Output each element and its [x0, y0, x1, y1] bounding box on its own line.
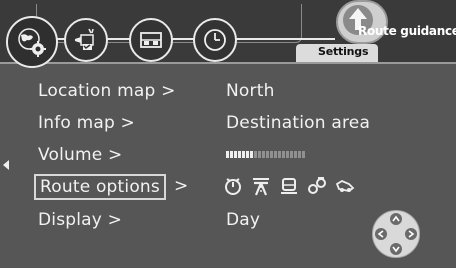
- clock-button[interactable]: [193, 18, 237, 62]
- volume-segment: [258, 151, 261, 158]
- connector-line: [106, 38, 131, 40]
- volume-segment: [262, 151, 265, 158]
- navigation-settings-icon: [75, 28, 94, 50]
- volume-segment: [226, 151, 229, 158]
- dpad-down-button[interactable]: [390, 243, 402, 255]
- route-guidance-label: Route guidance: [358, 24, 456, 38]
- volume-segment: [278, 151, 281, 158]
- dpad-left-button[interactable]: [375, 228, 387, 240]
- info-map-value: Destination area: [226, 113, 371, 133]
- chevron-down-icon: [392, 246, 400, 253]
- settings-tab-label: Settings: [318, 45, 369, 58]
- volume-segment: [250, 151, 253, 158]
- route-options-icons: [222, 176, 356, 196]
- volume-segment: [266, 151, 269, 158]
- dpad-right-button[interactable]: [405, 228, 417, 240]
- chevron-up-icon: [392, 215, 400, 222]
- navigation-settings-button[interactable]: [64, 18, 108, 62]
- clock-icon: [204, 29, 226, 51]
- volume-segment: [234, 151, 237, 158]
- volume-segment: [254, 151, 257, 158]
- train-icon: [281, 178, 297, 194]
- settings-screen: Route guidance Settings Location map > N…: [0, 0, 456, 268]
- volume-segment: [302, 151, 305, 158]
- location-map-value: North: [226, 81, 275, 101]
- volume-segment: [294, 151, 297, 158]
- chevron-left-icon: [377, 230, 384, 238]
- directional-pad[interactable]: [372, 210, 420, 258]
- route-options-label: Route options: [34, 174, 166, 200]
- info-map-label: Info map >: [38, 113, 135, 133]
- volume-label: Volume >: [38, 145, 123, 165]
- location-map-label: Location map >: [38, 81, 176, 101]
- volume-segment: [282, 151, 285, 158]
- map-icon: [140, 32, 162, 48]
- volume-segment: [242, 151, 245, 158]
- scroll-left-icon[interactable]: [3, 160, 9, 170]
- globe-gear-icon: [18, 28, 46, 57]
- volume-bar[interactable]: [226, 151, 305, 158]
- connector-line: [235, 38, 335, 40]
- header-divider: [0, 62, 456, 64]
- map-button[interactable]: [129, 18, 173, 62]
- menu-row-volume[interactable]: Volume >: [30, 143, 430, 169]
- menu-row-info-map[interactable]: Info map > Destination area: [30, 111, 430, 137]
- globe-settings-button[interactable]: [6, 16, 58, 68]
- display-label: Display >: [38, 210, 123, 230]
- connector-line: [171, 38, 195, 40]
- chevron-right-icon: [408, 230, 415, 238]
- volume-segment: [274, 151, 277, 158]
- volume-segment: [298, 151, 301, 158]
- volume-segment: [290, 151, 293, 158]
- dpad-up-button[interactable]: [390, 213, 402, 225]
- route-options-arrow: >: [174, 176, 189, 196]
- volume-segment: [270, 151, 273, 158]
- volume-segment: [246, 151, 249, 158]
- menu-row-display[interactable]: Display > Day: [30, 208, 430, 234]
- volume-segment: [286, 151, 289, 158]
- display-value: Day: [226, 210, 261, 230]
- volume-segment: [238, 151, 241, 158]
- menu-row-location-map[interactable]: Location map > North: [30, 79, 430, 105]
- time-icon: [225, 178, 241, 195]
- car-icon: [335, 179, 355, 192]
- volume-segment: [230, 151, 233, 158]
- ferry-icon: [308, 177, 326, 194]
- highway-icon: [253, 178, 269, 196]
- menu-row-route-options[interactable]: Route options >: [30, 174, 430, 200]
